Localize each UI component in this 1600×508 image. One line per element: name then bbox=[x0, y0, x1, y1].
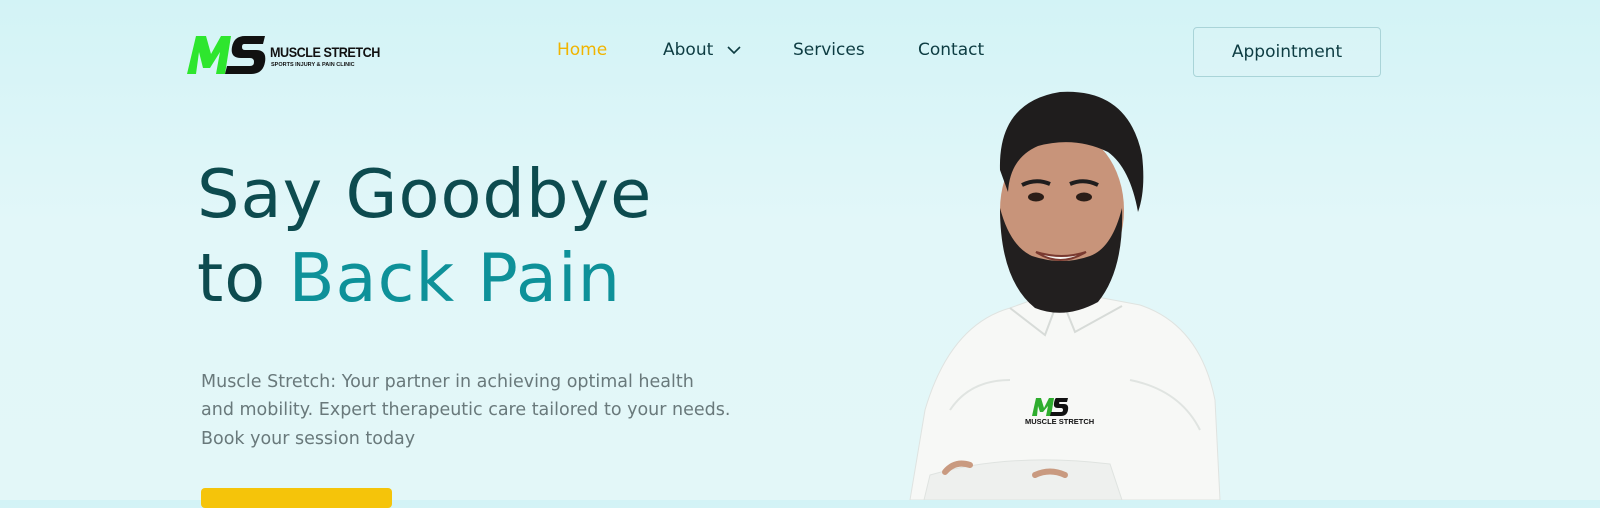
hero-headline: Say Goodbye to Back Pain bbox=[197, 152, 652, 320]
hero-description: Muscle Stretch: Your partner in achievin… bbox=[201, 371, 731, 449]
nav-about-label: About bbox=[663, 40, 714, 60]
site-header: MUSCLE STRETCH SPORTS INJURY & PAIN CLIN… bbox=[0, 0, 1600, 110]
headline-highlight: Back Pain bbox=[288, 239, 622, 317]
nav-about[interactable]: About bbox=[663, 40, 741, 60]
logo-wordmark: MUSCLE STRETCH bbox=[270, 44, 380, 60]
nav-services[interactable]: Services bbox=[793, 40, 865, 60]
ms-logo-icon bbox=[187, 36, 266, 74]
chevron-down-icon bbox=[727, 45, 741, 54]
brand-logo[interactable]: MUSCLE STRETCH SPORTS INJURY & PAIN CLIN… bbox=[187, 30, 380, 80]
doctor-photo: MUSCLE STRETCH bbox=[909, 91, 1221, 500]
nav-contact[interactable]: Contact bbox=[918, 40, 984, 60]
nav-home[interactable]: Home bbox=[557, 40, 607, 60]
headline-line1: Say Goodbye bbox=[197, 155, 653, 233]
hero-cta-button[interactable] bbox=[201, 488, 392, 508]
shirt-logo-text: MUSCLE STRETCH bbox=[1025, 417, 1094, 426]
logo-tagline: SPORTS INJURY & PAIN CLINIC bbox=[271, 62, 355, 68]
appointment-button[interactable]: Appointment bbox=[1193, 27, 1381, 77]
headline-line2-prefix: to bbox=[197, 239, 267, 317]
